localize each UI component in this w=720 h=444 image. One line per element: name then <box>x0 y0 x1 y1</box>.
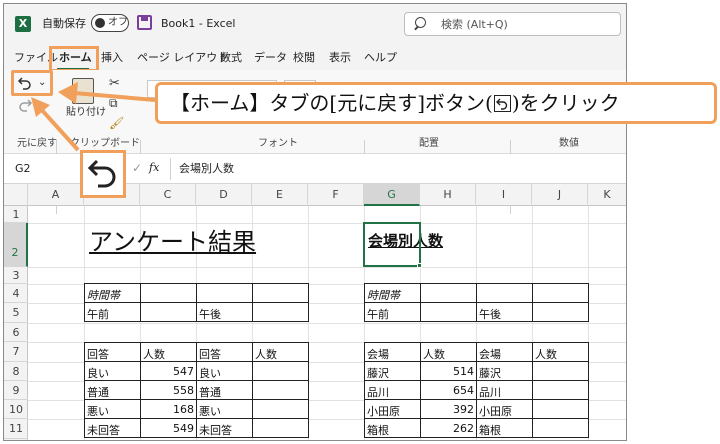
instruction-callout: 【ホーム】タブの[元に戻す]ボタン( )をクリック <box>155 82 717 124</box>
callout-text-after: )をクリック <box>511 91 620 115</box>
annotation-arrows <box>31 82 156 152</box>
callout-text: 【ホーム】タブの[元に戻す]ボタン( )をクリック <box>170 93 620 113</box>
callout-text-before: 【ホーム】タブの[元に戻す]ボタン( <box>170 91 493 115</box>
undo-icon <box>87 159 116 188</box>
undo-icon-zoom <box>80 150 126 198</box>
undo-inline-icon <box>493 95 511 112</box>
screenshot-stage: X 自動保存 オフ Book1 - Excel 検索 (Alt+Q) ファイル … <box>0 0 720 444</box>
